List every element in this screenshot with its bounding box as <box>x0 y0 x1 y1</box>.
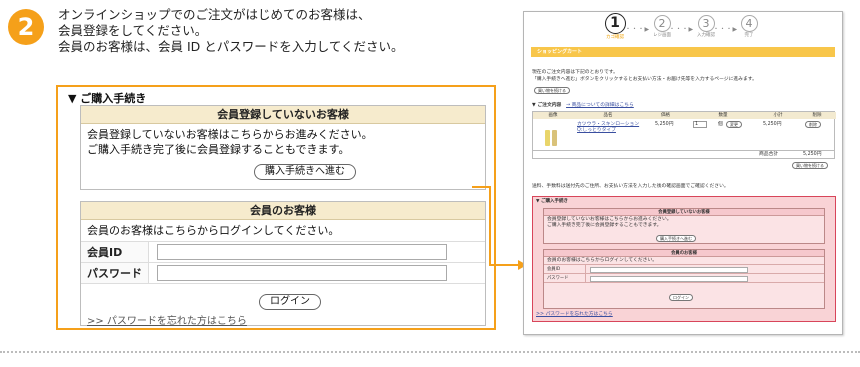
purchase-section-title: ▼ ご購入手続き <box>68 92 147 105</box>
step-2-number: 2 <box>653 15 671 32</box>
product-name-line-2[interactable]: Q:しっとりタイプ <box>577 128 639 134</box>
guest-text-line-1: 会員登録していないお客様はこちらからお進みください。 <box>87 128 373 141</box>
item-subtotal: 5,250円 <box>763 122 782 127</box>
col-image: 画像 <box>533 112 573 119</box>
product-bottle-2 <box>552 130 557 146</box>
member-box-header: 会員のお客様 <box>81 202 485 220</box>
step-3-label: 入力確認 <box>697 33 715 38</box>
member-login-message: 会員のお客様はこちらからログインしてください。 <box>81 220 485 242</box>
mini-member-header: 会員のお客様 <box>544 250 824 257</box>
mini-id-input[interactable] <box>590 266 748 273</box>
cart-page-thumbnail: 1 カゴ確認 ・・・▶ 2 レジ画面 ・・・▶ 3 入力確認 ・・・▶ 4 完了… <box>523 11 843 335</box>
order-total-row: 商品合計 5,250円 <box>532 151 835 159</box>
continue-shopping-button-bottom[interactable]: 買い物を続ける <box>792 162 828 169</box>
order-contents-title-text: ▼ ご注文内容 <box>532 103 562 108</box>
step-4: 4 完了 <box>735 15 763 39</box>
purchase-procedure-zoom-panel: ▼ ご購入手続き 会員登録していないお客様 会員登録していないお客様はこちらから… <box>56 85 496 330</box>
quantity-input[interactable]: 1 <box>693 121 707 128</box>
product-detail-link[interactable]: → 商品についての詳細はこちら <box>566 103 634 108</box>
mini-guest-text: 会員登録していないお客様はこちらからお進みください。 ご購入手続き完了後に会員登… <box>544 216 824 230</box>
col-name: 品名 <box>573 112 643 119</box>
password-input[interactable] <box>157 265 447 281</box>
col-price: 価格 <box>643 112 688 119</box>
step-1-number: 1 <box>604 13 626 34</box>
step-dots-2: ・・・▶ <box>669 26 694 33</box>
guest-box-header: 会員登録していないお客様 <box>81 106 485 124</box>
mini-password-label: パスワード <box>544 274 586 282</box>
member-id-input[interactable] <box>157 244 447 260</box>
proceed-to-checkout-button[interactable]: 購入手続きへ進む <box>254 164 356 180</box>
guest-text-line-2: ご購入手続き完了後に会員登録することもできます。 <box>87 143 350 156</box>
product-name: カツウラ・スキンローション Q:しっとりタイプ <box>577 122 639 134</box>
cart-message-2: 「購入手続きへ進む」ボタンをクリックするとお支払い方法・お届け先等を入力するペー… <box>532 77 757 82</box>
product-price: 5,250円 <box>655 122 674 127</box>
mini-proceed-button[interactable]: 購入手続きへ進む <box>656 235 696 242</box>
cart-message-1: 現在のご注文内容は下記のとおりです。 <box>532 70 618 75</box>
dotted-separator <box>0 351 860 353</box>
step-4-number: 4 <box>740 15 758 32</box>
mini-login-button[interactable]: ログイン <box>669 294 693 301</box>
quantity-unit: 個 <box>718 122 723 127</box>
connector-line <box>472 186 490 188</box>
mini-password-input[interactable] <box>590 275 748 282</box>
mini-member-message: 会員のお客様はこちらからログインしてください。 <box>544 257 824 265</box>
order-contents-title: ▼ ご注文内容 → 商品についての詳細はこちら <box>532 103 634 109</box>
password-row: パスワード <box>81 263 485 284</box>
mini-password-row: パスワード <box>544 274 824 283</box>
product-bottle-1 <box>545 130 550 146</box>
purchase-procedure-highlight: ▼ ご購入手続き 会員登録していないお客様 会員登録していないお客様はこちらから… <box>532 196 836 322</box>
mini-guest-header: 会員登録していないお客様 <box>544 209 824 216</box>
mini-id-label: 会員ID <box>544 265 586 273</box>
step-dots-1: ・・・▶ <box>625 26 650 33</box>
delete-item-button[interactable]: 削除 <box>805 121 821 128</box>
mini-guest-line-2: ご購入手続き完了後に会員登録することもできます。 <box>547 223 662 228</box>
connector-line-lower <box>489 264 519 266</box>
mini-guest-box: 会員登録していないお客様 会員登録していないお客様はこちらからお進みください。 … <box>543 208 825 244</box>
step-4-label: 完了 <box>744 33 754 38</box>
member-id-label: 会員ID <box>81 242 149 262</box>
product-image <box>545 124 559 146</box>
instruction-line-1: オンラインショップでのご注文がはじめてのお客様は、 <box>58 7 371 22</box>
instruction-line-3: 会員のお客様は、会員 ID とパスワードを入力してください。 <box>58 39 404 54</box>
order-total-label: 商品合計 <box>759 152 779 157</box>
change-quantity-button[interactable]: 変更 <box>726 121 742 128</box>
guest-box-text: 会員登録していないお客様はこちらからお進みください。 ご購入手続き完了後に会員登… <box>81 124 485 160</box>
col-subtotal: 小計 <box>758 112 798 119</box>
order-table: 画像 品名 価格 数量 小計 削除 カツウラ・スキンローション Q:しっとりタイ… <box>532 111 836 151</box>
step-1-label: カゴ確認 <box>606 35 624 40</box>
mini-forgot-password-link[interactable]: >> パスワードを忘れた方はこちら <box>536 312 613 318</box>
instruction-line-2: 会員登録をしてください。 <box>58 23 208 38</box>
step-2-label: レジ画面 <box>653 33 671 38</box>
member-login-box: 会員のお客様 会員のお客様はこちらからログインしてください。 会員ID パスワー… <box>80 201 486 327</box>
login-button[interactable]: ログイン <box>259 294 321 310</box>
step-number-badge: 2 <box>8 9 44 45</box>
guest-checkout-box: 会員登録していないお客様 会員登録していないお客様はこちらからお進みください。 … <box>80 105 486 190</box>
shopping-cart-title-bar: ショッピングカート <box>531 47 835 57</box>
step-dots-3: ・・・▶ <box>713 26 738 33</box>
connector-line-vertical <box>489 186 491 265</box>
order-total-value: 5,250円 <box>803 152 822 157</box>
checkout-step-indicator: 1 カゴ確認 ・・・▶ 2 レジ画面 ・・・▶ 3 入力確認 ・・・▶ 4 完了 <box>524 13 842 45</box>
instruction-text: オンラインショップでのご注文がはじめてのお客様は、 会員登録をしてください。 会… <box>58 7 478 55</box>
mini-member-box: 会員のお客様 会員のお客様はこちらからログインしてください。 会員ID パスワー… <box>543 249 825 309</box>
shopping-cart-title: ショッピングカート <box>537 49 583 55</box>
mini-id-row: 会員ID <box>544 265 824 274</box>
continue-shopping-button-top[interactable]: 買い物を続ける <box>534 87 570 94</box>
col-delete: 削除 <box>798 112 836 119</box>
shipping-note: 送料、手数料は送付先のご住所、お支払い方法を入力した後の確認画面でご確認ください… <box>532 184 729 189</box>
password-label: パスワード <box>81 263 149 283</box>
member-id-row: 会員ID <box>81 242 485 263</box>
step-3-number: 3 <box>697 15 715 32</box>
col-qty: 数量 <box>688 112 758 119</box>
forgot-password-link[interactable]: >> パスワードを忘れた方はこちら <box>87 312 247 327</box>
mini-purchase-title: ▼ ご購入手続き <box>536 199 569 204</box>
